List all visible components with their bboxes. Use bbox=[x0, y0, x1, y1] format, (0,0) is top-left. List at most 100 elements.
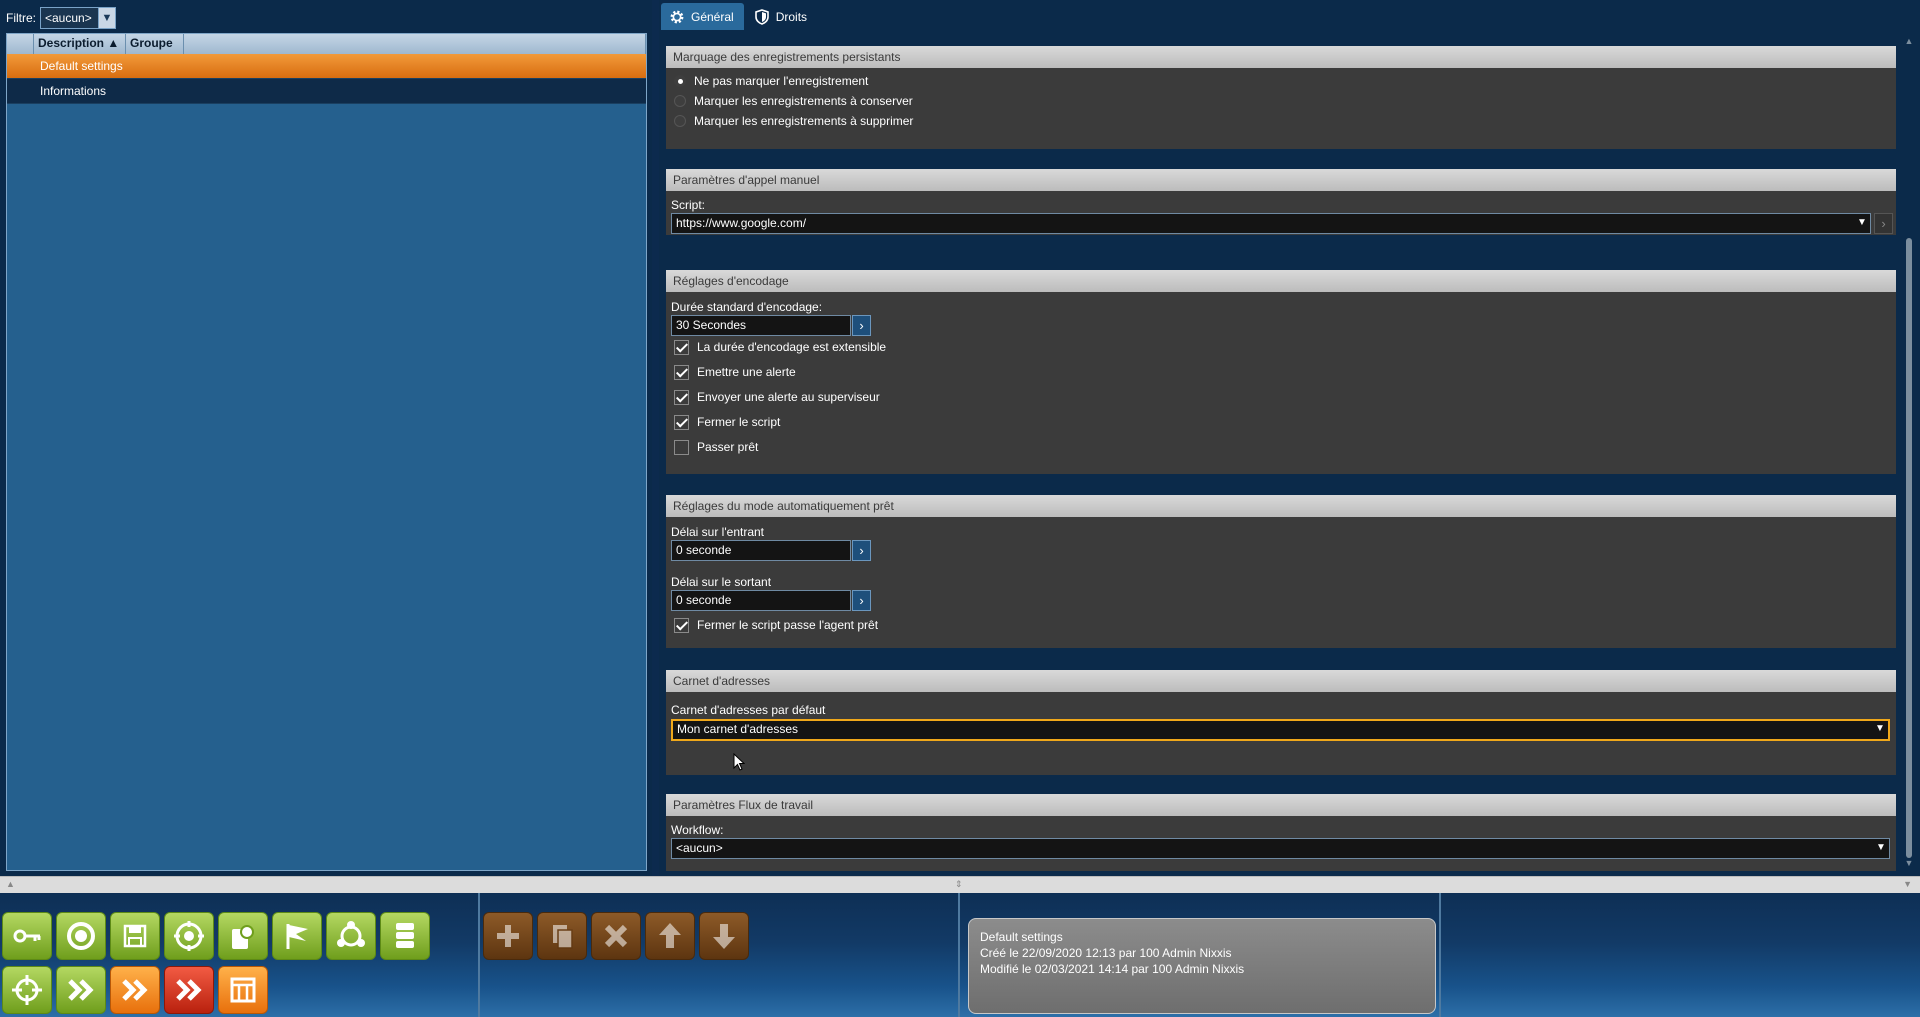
radio-selected-icon[interactable] bbox=[674, 75, 686, 87]
workflow-label: Workflow: bbox=[671, 823, 724, 837]
contact-button[interactable] bbox=[218, 912, 268, 960]
checkbox-checked-icon[interactable] bbox=[674, 617, 689, 633]
chevron-down-icon[interactable]: ▼ bbox=[1872, 720, 1888, 739]
carnet-combobox[interactable]: Mon carnet d'adresses ▼ bbox=[671, 719, 1890, 741]
crosshair-icon bbox=[12, 975, 42, 1005]
forward-red-button[interactable] bbox=[164, 966, 214, 1014]
section-flux: Paramètres Flux de travail Workflow: <au… bbox=[666, 794, 1896, 871]
checkbox-row[interactable]: La durée d'encodage est extensible bbox=[674, 337, 886, 357]
collapse-down-icon[interactable]: ▼ bbox=[1903, 879, 1912, 889]
filter-label: Filtre: bbox=[6, 11, 36, 25]
script-combobox[interactable]: https://www.google.com/ ▼ bbox=[671, 213, 1871, 234]
key-button[interactable] bbox=[2, 912, 52, 960]
copy-button[interactable] bbox=[537, 912, 587, 960]
entrant-label: Délai sur l'entrant bbox=[671, 525, 764, 539]
entrant-input[interactable]: 0 seconde bbox=[671, 540, 851, 561]
chevron-down-icon[interactable]: ▼ bbox=[98, 8, 115, 28]
duree-input[interactable]: 30 Secondes bbox=[671, 315, 851, 336]
database-button[interactable] bbox=[380, 912, 430, 960]
section-title: Paramètres Flux de travail bbox=[666, 794, 1896, 816]
tab-label: Général bbox=[691, 9, 734, 24]
radio-label: Ne pas marquer l'enregistrement bbox=[694, 74, 869, 88]
grid-header-description[interactable]: Description ▲ bbox=[34, 34, 126, 54]
checkbox-row[interactable]: Emettre une alerte bbox=[674, 362, 796, 382]
duree-stepper-button[interactable]: › bbox=[852, 315, 871, 336]
table-icon bbox=[230, 977, 256, 1003]
workflow-combobox[interactable]: <aucun> ▼ bbox=[671, 838, 1890, 859]
entrant-stepper-button[interactable]: › bbox=[852, 540, 871, 561]
forward-orange-icon bbox=[122, 979, 148, 1001]
checkbox-row[interactable]: Fermer le script bbox=[674, 412, 780, 432]
add-button[interactable] bbox=[483, 912, 533, 960]
checkbox-row[interactable]: Passer prêt bbox=[674, 437, 758, 457]
script-value: https://www.google.com/ bbox=[676, 216, 807, 230]
forward-green-button[interactable] bbox=[56, 966, 106, 1014]
target-headset-icon bbox=[174, 921, 204, 951]
checkbox-checked-icon[interactable] bbox=[674, 389, 689, 405]
radio-label: Marquer les enregistrements à supprimer bbox=[694, 114, 914, 128]
sortant-input[interactable]: 0 seconde bbox=[671, 590, 851, 611]
checkbox-checked-icon[interactable] bbox=[674, 339, 689, 355]
tab-droits[interactable]: Droits bbox=[746, 3, 817, 30]
sortant-label: Délai sur le sortant bbox=[671, 575, 772, 589]
filter-value: <aucun> bbox=[45, 11, 92, 25]
chevron-down-icon[interactable]: ▼ bbox=[1854, 214, 1870, 233]
sortant-value: 0 seconde bbox=[676, 593, 732, 607]
section-carnet: Carnet d'adresses Carnet d'adresses par … bbox=[666, 670, 1896, 775]
delete-button[interactable] bbox=[591, 912, 641, 960]
flag-button[interactable] bbox=[272, 912, 322, 960]
sortant-stepper-button[interactable]: › bbox=[852, 590, 871, 611]
scrollbar-thumb[interactable] bbox=[1906, 238, 1912, 858]
checkbox-row[interactable]: Fermer le script passe l'agent prêt bbox=[674, 615, 878, 635]
refresh-icon bbox=[67, 922, 95, 950]
script-label: Script: bbox=[671, 198, 706, 212]
radio-option[interactable]: Marquer les enregistrements à supprimer bbox=[674, 111, 913, 131]
checkbox-checked-icon[interactable] bbox=[674, 414, 689, 430]
table-row[interactable]: Informations bbox=[7, 79, 646, 104]
forward-orange-button[interactable] bbox=[110, 966, 160, 1014]
checkbox-label: Passer prêt bbox=[697, 440, 759, 454]
checkbox-icon[interactable] bbox=[674, 439, 689, 455]
duree-label: Durée standard d'encodage: bbox=[671, 300, 823, 314]
radio-icon[interactable] bbox=[674, 115, 686, 127]
vertical-scrollbar[interactable]: ▲ ▼ bbox=[1904, 36, 1914, 868]
tab-general[interactable]: Général bbox=[661, 3, 744, 30]
add-icon bbox=[497, 925, 519, 947]
forward-red-icon bbox=[176, 979, 202, 1001]
radio-label: Marquer les enregistrements à conserver bbox=[694, 94, 913, 108]
save-icon bbox=[123, 924, 147, 948]
grid-header-indicator[interactable] bbox=[7, 34, 34, 54]
checkbox-label: La durée d'encodage est extensible bbox=[697, 340, 887, 354]
horizontal-splitter[interactable]: ▲ ⇕ ▼ bbox=[0, 876, 1920, 893]
table-button[interactable] bbox=[218, 966, 268, 1014]
table-row[interactable]: Default settings bbox=[7, 54, 646, 79]
toolbar-separator bbox=[1439, 893, 1441, 1017]
delete-icon bbox=[604, 924, 628, 948]
chevron-down-icon[interactable]: ▼ bbox=[1873, 839, 1889, 858]
records-grid: Description ▲ Groupe Default settings In… bbox=[6, 33, 647, 871]
move-up-button[interactable] bbox=[645, 912, 695, 960]
refresh-button[interactable] bbox=[56, 912, 106, 960]
checkbox-checked-icon[interactable] bbox=[674, 364, 689, 380]
save-button[interactable] bbox=[110, 912, 160, 960]
duree-value: 30 Secondes bbox=[676, 318, 747, 332]
collapse-up-icon[interactable]: ▲ bbox=[6, 879, 15, 889]
radio-option[interactable]: Ne pas marquer l'enregistrement bbox=[674, 71, 868, 91]
general-content: Marquage des enregistrements persistants… bbox=[659, 31, 1900, 871]
move-down-button[interactable] bbox=[699, 912, 749, 960]
splitter-grip-icon[interactable]: ⇕ bbox=[955, 879, 963, 890]
key-icon bbox=[13, 929, 41, 943]
radio-option[interactable]: Marquer les enregistrements à conserver bbox=[674, 91, 913, 111]
open-script-button[interactable]: › bbox=[1874, 213, 1893, 234]
checkbox-row[interactable]: Envoyer une alerte au superviseur bbox=[674, 387, 880, 407]
copy-icon bbox=[553, 925, 573, 949]
radio-icon[interactable] bbox=[674, 95, 686, 107]
team-button[interactable] bbox=[326, 912, 376, 960]
scroll-down-icon[interactable]: ▼ bbox=[1904, 858, 1914, 868]
target-headset-button[interactable] bbox=[164, 912, 214, 960]
filter-combobox[interactable]: <aucun> ▼ bbox=[40, 7, 116, 29]
scroll-up-icon[interactable]: ▲ bbox=[1904, 36, 1914, 46]
grid-header-groupe[interactable]: Groupe bbox=[126, 34, 184, 54]
crosshair-button[interactable] bbox=[2, 966, 52, 1014]
workflow-value: <aucun> bbox=[676, 841, 723, 855]
